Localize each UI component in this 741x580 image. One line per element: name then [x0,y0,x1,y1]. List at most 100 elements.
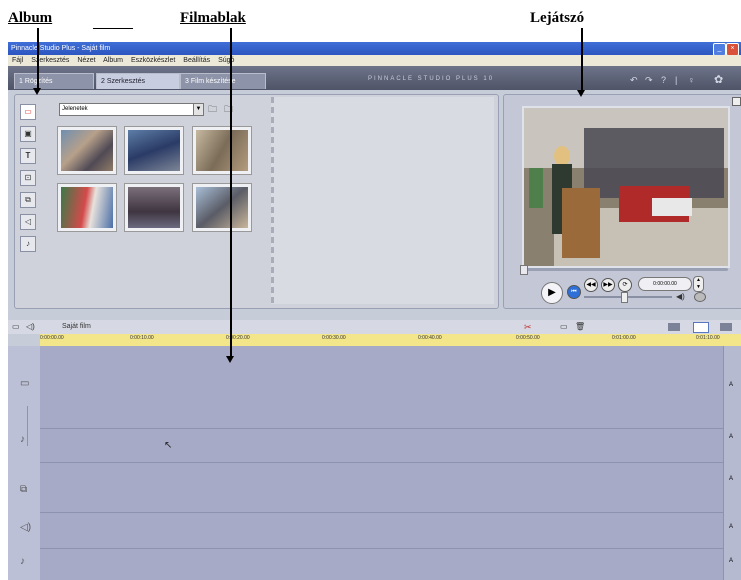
lejatszo-arrowhead [577,90,585,97]
mode-tab-row: 1 Rögzítés 2 Szerkesztés 3 Film készítés… [8,66,741,90]
menu-file[interactable]: Fájl [12,57,23,64]
scene-thumbnail[interactable] [57,126,117,175]
album-arrowhead [33,88,41,95]
razor-icon[interactable]: ✂ [524,320,532,334]
speaker-icon[interactable]: ◁) [26,320,35,334]
track-divider [40,548,723,549]
title-bar: Pinnacle Studio Plus - Saját film _ × [8,42,741,56]
track-toggle-icon[interactable]: A [729,476,733,482]
lejatszo-arrow-line [581,28,583,92]
loop-button[interactable]: ⟳ [618,278,632,292]
album-arrow-line [37,28,39,90]
redo-icon[interactable]: ↷ [645,75,653,86]
divider-icon: | [675,75,678,85]
transitions-tab-icon[interactable]: ▣ [20,126,36,142]
scene-thumbnail[interactable] [124,183,184,232]
audio-link-icon[interactable]: ♪ [20,434,25,445]
menu-bar: Fájl Szerkesztés Nézet Album Eszközkészl… [8,55,741,66]
ruler-timecode: 0:00:50.00 [516,335,540,341]
track-toggle-icon[interactable]: A [729,558,733,564]
play-button[interactable]: ▶ [541,282,563,304]
timeline-body[interactable] [8,346,741,580]
ruler-timecode: 0:00:00.00 [40,335,64,341]
sound-effect-track-icon[interactable]: ◁) [20,522,31,533]
track-link-line [27,406,28,446]
jog-slider[interactable] [584,296,672,298]
filmablak-arrowhead [226,356,234,363]
storyboard-view-icon[interactable] [668,323,680,331]
sound-effects-tab-icon[interactable]: ◁ [20,214,36,230]
timecode-counter[interactable]: 0:00:00.00 [638,277,692,291]
movie-title: Saját film [62,323,91,330]
undo-icon[interactable]: ↶ [630,75,638,86]
ruler-timecode: 0:01:10.00 [696,335,720,341]
tab-make-movie[interactable]: 3 Film készítése [180,73,266,89]
track-header-column: ▭ ♪ ⧉ ◁) ♪ [8,346,40,580]
chevron-down-icon[interactable]: ▼ [193,104,203,115]
preview-image [524,108,728,266]
volume-icon[interactable]: ◀) [676,292,685,301]
album-tool-column: ▭ ▣ T ⊡ ⧉ ◁ ♪ [14,94,54,307]
scene-thumbnail[interactable] [192,126,252,175]
folder-open-icon[interactable]: 🗀 [208,102,217,118]
video-scenes-tab-icon[interactable]: ▭ [20,104,36,120]
timecode-stepper[interactable]: ▲ ▼ [693,276,704,292]
video-preview-screen [522,106,730,268]
help-icon[interactable]: ? [661,75,666,85]
track-mute-column: A A A A A [723,346,741,580]
scene-thumbnail[interactable] [124,126,184,175]
scrubber-handle[interactable] [520,265,528,275]
forward-button[interactable]: ▶▶ [601,278,615,292]
menu-settings[interactable]: Beállítás [183,57,210,64]
scene-thumbnail[interactable] [57,183,117,232]
fullscreen-icon[interactable] [732,97,741,106]
lejatszo-annotation: Lejátszó [530,10,585,26]
album-source-value: Jelenetek [62,106,88,112]
ruler-timecode: 0:01:00.00 [612,335,636,341]
album-spine [271,97,274,304]
filmablak-annotation: Filmablak [180,10,246,26]
title-track-icon[interactable]: ⧉ [20,484,27,495]
track-divider [40,462,723,463]
titles-tab-icon[interactable]: T [20,148,36,164]
photos-tab-icon[interactable]: ⊡ [20,170,36,186]
jog-slider-handle[interactable] [621,292,628,303]
text-view-icon[interactable] [720,323,732,331]
annotation-underline [93,28,133,29]
rewind-button[interactable]: ◀◀ [584,278,598,292]
brand-label: PINNACLE STUDIO PLUS 10 [368,76,495,82]
tab-edit[interactable]: 2 Szerkesztés [96,73,180,89]
mute-icon[interactable] [694,292,706,302]
scene-thumbnail[interactable] [192,183,252,232]
menu-toolbox[interactable]: Eszközkészlet [131,57,175,64]
track-divider [40,428,723,429]
menu-view[interactable]: Nézet [77,57,95,64]
menu-album[interactable]: Album [103,57,123,64]
track-toggle-icon[interactable]: A [729,434,733,440]
mouse-cursor-icon: ↖ [164,440,173,451]
ruler-timecode: 0:00:40.00 [418,335,442,341]
music-tab-icon[interactable]: ♪ [20,236,36,252]
filmablak-arrow-line [230,28,232,358]
window-title: Pinnacle Studio Plus - Saját film [11,45,111,52]
hint-bulb-icon[interactable]: ♀ [688,75,695,85]
album-annotation: Album [8,10,53,26]
album-source-dropdown[interactable]: Jelenetek ▼ [59,103,204,116]
ruler-timecode: 0:00:10.00 [130,335,154,341]
camera-icon[interactable]: ▭ [12,320,20,334]
track-toggle-icon[interactable]: A [729,382,733,388]
timeline-view-icon[interactable] [693,322,709,333]
music-track-icon[interactable]: ♪ [20,556,25,567]
video-track-icon[interactable]: ▭ [20,378,29,389]
storyboard-icon[interactable]: ▭ [560,320,568,334]
settings-icon[interactable]: ✿ [714,73,723,86]
scrubber-bar[interactable] [522,268,728,271]
trash-icon[interactable]: 🗑 [575,320,585,334]
menu-help[interactable]: Súgó [218,57,234,64]
track-toggle-icon[interactable]: A [729,524,733,530]
tab-capture[interactable]: 1 Rögzítés [14,73,94,89]
folder-icon[interactable]: 🗀 [224,102,233,118]
goto-start-button[interactable]: ⏮ [567,285,581,299]
timeline-header: ▭ ◁) Saját film ✂ ▭ 🗑 [8,320,741,334]
menus-tab-icon[interactable]: ⧉ [20,192,36,208]
